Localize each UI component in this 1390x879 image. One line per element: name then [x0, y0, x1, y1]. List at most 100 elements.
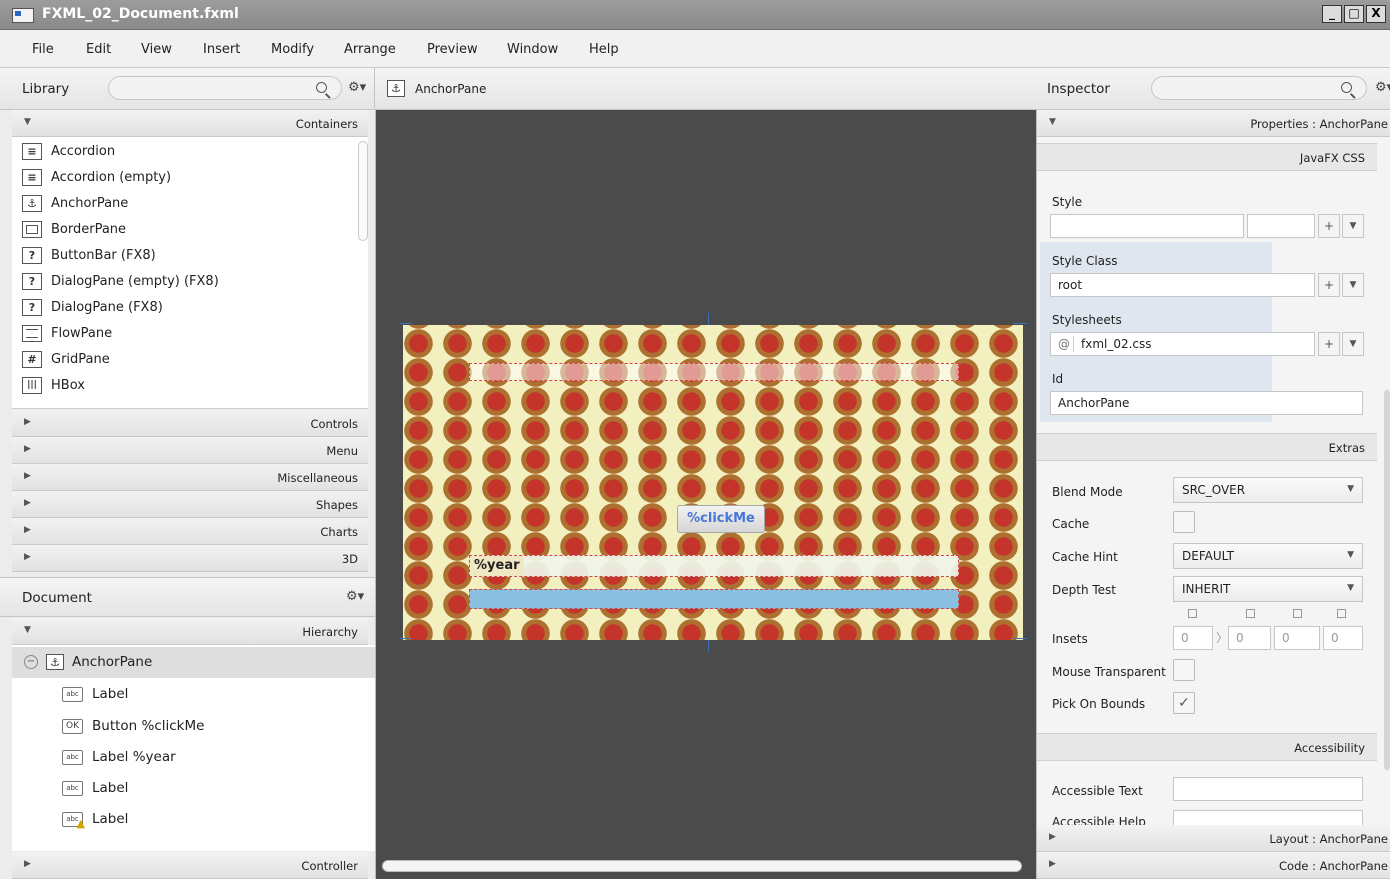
inset-right-input[interactable]: 0 — [1228, 626, 1271, 650]
inset-bottom-input[interactable]: 0 — [1274, 626, 1320, 650]
section-3d[interactable]: ▶ 3D — [12, 545, 368, 572]
section-title: Charts — [320, 525, 358, 539]
inspector-search-input[interactable] — [1151, 76, 1367, 100]
style-class-menu-button[interactable]: ▼ — [1342, 273, 1364, 297]
section-menu[interactable]: ▶ Menu — [12, 437, 368, 464]
menu-view[interactable]: View — [141, 42, 172, 57]
library-item-dialogpane[interactable]: ? DialogPane (FX8) — [22, 294, 163, 320]
clickme-button[interactable]: %clickMe — [677, 505, 765, 533]
breadcrumb-anchorpane[interactable]: AnchorPane — [415, 82, 486, 96]
section-miscellaneous[interactable]: ▶ Miscellaneous — [12, 464, 368, 491]
cache-hint-select[interactable]: DEFAULT ▼ — [1173, 543, 1363, 569]
section-shapes[interactable]: ▶ Shapes — [12, 491, 368, 518]
close-button[interactable]: X — [1366, 5, 1386, 23]
accessible-text-input[interactable] — [1173, 777, 1363, 801]
tree-item-button-clickme[interactable]: OK Button %clickMe — [62, 711, 204, 741]
library-item-accordion[interactable]: ≡ Accordion — [22, 138, 115, 164]
inset-link-icon[interactable] — [1246, 609, 1255, 618]
library-search-input[interactable] — [108, 76, 342, 100]
menu-preview[interactable]: Preview — [427, 42, 478, 57]
section-containers[interactable]: ▼ Containers — [12, 110, 368, 137]
inset-left-input[interactable]: 0 — [1323, 626, 1363, 650]
library-item-anchorpane[interactable]: ⚓ AnchorPane — [22, 190, 128, 216]
collapse-icon[interactable]: − — [24, 655, 38, 669]
at-icon: @ — [1058, 337, 1070, 351]
section-hierarchy[interactable]: ▼ Hierarchy — [12, 618, 368, 645]
section-layout[interactable]: ▶ Layout : AnchorPane — [1037, 825, 1390, 852]
design-canvas[interactable]: %clickMe %year — [375, 110, 1037, 879]
tree-item-anchorpane[interactable]: − ⚓ AnchorPane — [24, 647, 152, 677]
style-class-input[interactable]: root — [1050, 273, 1315, 297]
resize-handle[interactable] — [400, 323, 412, 324]
inspector-scrollbar[interactable] — [1384, 390, 1390, 770]
minimize-button[interactable]: _ — [1322, 5, 1342, 23]
year-row[interactable]: %year — [469, 555, 959, 577]
menu-file[interactable]: File — [32, 42, 54, 57]
stylesheet-menu-button[interactable]: ▼ — [1342, 332, 1364, 356]
add-style-class-button[interactable]: + — [1318, 273, 1340, 297]
resize-handle[interactable] — [708, 313, 709, 325]
library-item-dialogpane-empty[interactable]: ? DialogPane (empty) (FX8) — [22, 268, 219, 294]
tree-item-label: Label %year — [92, 749, 176, 765]
stylesheets-input[interactable]: @ fxml_02.css — [1050, 332, 1315, 356]
gear-icon[interactable]: ⚙▾ — [348, 80, 366, 95]
menu-window[interactable]: Window — [507, 42, 558, 57]
depth-test-select[interactable]: INHERIT ▼ — [1173, 576, 1363, 602]
menu-insert[interactable]: Insert — [203, 42, 240, 57]
section-charts[interactable]: ▶ Charts — [12, 518, 368, 545]
library-item-hbox[interactable]: ||| HBox — [22, 372, 85, 398]
cache-hint-label: Cache Hint — [1052, 550, 1118, 564]
inset-link-icon[interactable] — [1337, 609, 1346, 618]
style-value-input[interactable] — [1247, 214, 1315, 238]
section-extras: Extras — [1037, 433, 1377, 461]
gear-icon[interactable]: ⚙▾ — [1375, 80, 1390, 95]
id-input[interactable]: AnchorPane — [1050, 391, 1363, 415]
resize-handle[interactable] — [1013, 323, 1027, 324]
pick-on-bounds-checkbox[interactable]: ✓ — [1173, 692, 1195, 714]
anchorpane-preview[interactable]: %clickMe %year — [400, 313, 1027, 652]
accessible-help-input[interactable] — [1173, 810, 1363, 825]
menu-help[interactable]: Help — [589, 42, 619, 57]
inset-top-input[interactable]: 0 — [1173, 626, 1213, 650]
style-menu-button[interactable]: ▼ — [1342, 214, 1364, 238]
blue-label[interactable] — [469, 589, 959, 609]
style-label: Style — [1052, 195, 1083, 209]
inset-link-icon[interactable] — [1293, 609, 1302, 618]
library-item-buttonbar[interactable]: ? ButtonBar (FX8) — [22, 242, 156, 268]
tree-item-label-year[interactable]: abc Label %year — [62, 742, 176, 772]
section-code[interactable]: ▶ Code : AnchorPane — [1037, 852, 1390, 879]
maximize-button[interactable]: □ — [1344, 5, 1364, 23]
menu-edit[interactable]: Edit — [86, 42, 111, 57]
section-controller[interactable]: ▶ Controller — [12, 852, 368, 879]
tree-item-label-3[interactable]: abc Label — [62, 773, 128, 803]
menu-modify[interactable]: Modify — [271, 42, 314, 57]
inset-link-icon[interactable] — [1188, 609, 1197, 618]
menu-arrange[interactable]: Arrange — [344, 42, 396, 57]
library-item-flowpane[interactable]: FlowPane — [22, 320, 112, 346]
style-class-label: Style Class — [1052, 254, 1118, 268]
gear-icon[interactable]: ⚙▾ — [346, 589, 364, 604]
library-item-accordion-empty[interactable]: ≡ Accordion (empty) — [22, 164, 171, 190]
mouse-transparent-checkbox[interactable] — [1173, 659, 1195, 681]
library-item-borderpane[interactable]: BorderPane — [22, 216, 126, 242]
library-scrollbar[interactable] — [358, 141, 368, 241]
section-properties[interactable]: ▼ Properties : AnchorPane — [1037, 110, 1390, 137]
tree-item-label-4[interactable]: abc ▲ Label — [62, 804, 128, 834]
blend-mode-select[interactable]: SRC_OVER ▼ — [1173, 477, 1363, 503]
resize-handle[interactable] — [400, 638, 412, 639]
add-style-button[interactable]: + — [1318, 214, 1340, 238]
library-item-gridpane[interactable]: # GridPane — [22, 346, 110, 372]
tree-item-label-1[interactable]: abc Label — [62, 679, 128, 709]
style-input[interactable] — [1050, 214, 1244, 238]
label-warning-icon: abc ▲ — [62, 811, 85, 830]
section-controls[interactable]: ▶ Controls — [12, 410, 368, 437]
collapsed-arrow-icon: ▶ — [24, 859, 31, 869]
add-stylesheet-button[interactable]: + — [1318, 332, 1340, 356]
canvas-horizontal-scrollbar[interactable] — [382, 860, 1022, 872]
flow-pane-icon — [22, 324, 42, 342]
label-placeholder[interactable] — [469, 363, 959, 381]
cache-checkbox[interactable] — [1173, 511, 1195, 533]
resize-handle[interactable] — [1013, 638, 1027, 639]
resize-handle[interactable] — [708, 640, 709, 652]
year-label[interactable]: %year — [470, 556, 524, 576]
